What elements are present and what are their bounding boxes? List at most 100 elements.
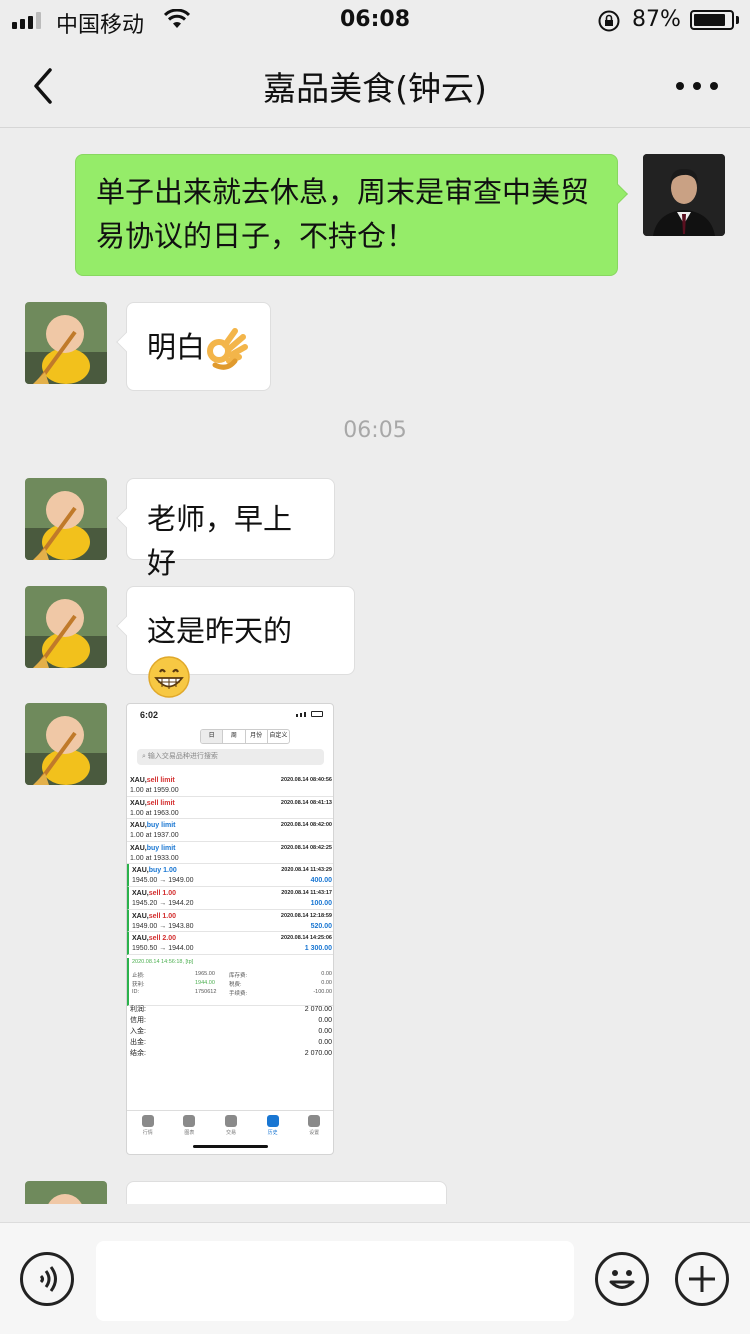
message-text: 单子出来就去休息，周末是审查中美贸易协议的日子，不持仓！ (96, 175, 590, 253)
order-profit: 100.00 (310, 899, 332, 907)
shot-time: 6:02 (140, 710, 159, 720)
shot-tab: 周 (223, 730, 246, 743)
order-symbol: XAU,buy limit (130, 844, 176, 852)
order-detail: 1950.50 → 1944.00 (132, 945, 194, 953)
detail-value: 0.00 (321, 971, 332, 977)
summary-value: 0.00 (318, 1017, 332, 1024)
detail-value: 0.00 (321, 980, 332, 986)
shot-tabbar-item: 图表 (169, 1111, 211, 1154)
emoji-icon[interactable] (595, 1252, 649, 1306)
chat-title: 嘉品美食(钟云) (263, 69, 487, 108)
order-date: 2020.08.14 08:40:56 (280, 777, 332, 783)
summary-value: 2 070.00 (304, 1006, 332, 1013)
image-message-trading-history[interactable]: 6:02 日 周 月份 自定义 ⌕ 输入交易品种进行搜索 XAU,sell li… (126, 703, 334, 1155)
shot-home-indicator (193, 1145, 268, 1148)
order-profit: 1 300.00 (304, 945, 332, 953)
bubble-tail (116, 616, 136, 636)
message-bubble-received[interactable] (126, 1181, 447, 1204)
summary-label: 利润: (130, 1006, 146, 1013)
summary-value: 2 070.00 (304, 1050, 332, 1057)
detail-label: 手续费: (229, 991, 248, 997)
order-detail: 1.00 at 1959.00 (130, 787, 179, 794)
shot-status-bar: 6:02 (127, 704, 333, 726)
detail-value: 1965.00 (195, 971, 215, 977)
detail-value: -100.00 (313, 989, 332, 995)
summary-label: 信用: (130, 1017, 146, 1024)
summary-label: 结余: (130, 1050, 146, 1057)
summary-row: 入金: 0.00 (127, 1026, 333, 1037)
bubble-tail (116, 332, 136, 352)
message-text: 这是昨天的 (147, 614, 293, 648)
message-bubble-received[interactable]: 这是昨天的 (116, 586, 355, 698)
order-symbol: XAU,sell limit (130, 777, 175, 784)
message-bubble-received[interactable]: 明白 (116, 302, 271, 391)
shot-order-row: XAU,sell 1.00 1945.20 → 1944.20 2020.08.14… (127, 886, 333, 910)
contact-avatar[interactable] (25, 302, 107, 384)
order-symbol: XAU,buy 1.00 (132, 867, 177, 875)
order-date: 2020.08.14 08:41:13 (280, 799, 332, 806)
order-date: 2020.08.14 11:43:17 (281, 889, 332, 896)
contact-avatar[interactable] (25, 478, 107, 560)
rotation-lock-icon (598, 10, 620, 32)
shot-tab: 自定义 (269, 733, 288, 739)
order-profit: 400.00 (310, 877, 332, 885)
contact-avatar[interactable] (25, 586, 107, 668)
order-date: 2020.08.14 11:43:29 (281, 867, 332, 874)
chat-area[interactable]: 单子出来就去休息，周末是审查中美贸易协议的日子，不持仓！ 明白 06:05 老师… (0, 128, 750, 1204)
contact-avatar[interactable] (25, 703, 107, 785)
plus-icon[interactable] (675, 1252, 729, 1306)
shot-tab: 日 (201, 730, 224, 743)
shot-search: ⌕ 输入交易品种进行搜索 (137, 749, 324, 765)
more-dots-icon[interactable] (672, 76, 722, 96)
shot-status-icons (296, 711, 323, 717)
shot-order-row: XAU,buy 1.00 1945.00 → 1949.00 2020.08.14 … (127, 864, 333, 887)
detail-label: 库存费: (229, 973, 248, 979)
order-detail: 1945.20 → 1944.20 (132, 899, 194, 907)
shot-search-text: 输入交易品种进行搜索 (147, 753, 218, 760)
shot-tabbar-item: 交易 (210, 1111, 252, 1154)
status-bar: 中国移动 06:08 87% (0, 0, 750, 42)
ok-hand-icon (207, 328, 249, 370)
battery-percentage: 87% (632, 7, 681, 32)
shot-order-row: XAU,sell limit 1.00 at 1959.00 2020.08.14 … (127, 774, 333, 797)
order-detail: 1949.00 → 1943.80 (132, 922, 194, 930)
message-bubble-received[interactable]: 老师，早上好 (116, 478, 335, 580)
shot-order-detail: 2020.08.14 14:56:18, [tp] 止损: 1965.00 库存… (127, 958, 333, 1006)
detail-value: 1750612 (195, 989, 217, 995)
detail-label: 止损: (132, 973, 145, 979)
message-bubble-sent[interactable]: 单子出来就去休息，周末是审查中美贸易协议的日子，不持仓！ (75, 154, 628, 276)
summary-label: 出金: (130, 1039, 146, 1046)
detail-label: ID: (132, 989, 140, 995)
summary-row: 结余: 2 070.00 (127, 1048, 333, 1059)
message-input[interactable] (96, 1241, 574, 1321)
nav-bar: 嘉品美食(钟云) (0, 42, 750, 128)
detail-label: 获利: (132, 982, 145, 988)
shot-order-row: XAU,buy limit 1.00 at 1933.00 2020.08.14 0… (127, 842, 333, 865)
shot-tabbar-item: 历史 (252, 1111, 294, 1154)
summary-row: 利润: 2 070.00 (127, 1004, 333, 1015)
shot-summary: 利润: 2 070.00 信用: 0.00 入金: 0.00 出金: 0.00 结余: 2 070… (127, 1004, 333, 1059)
order-date: 2020.08.14 14:25:06 (280, 935, 332, 942)
detail-datetime: 2020.08.14 14:56:18, [tp] (132, 959, 194, 965)
shot-tab: 月份 (246, 730, 268, 743)
order-detail: 1945.00 → 1949.00 (132, 877, 194, 885)
shot-order-row: XAU,sell 1.00 1949.00 → 1943.80 2020.08.14… (127, 909, 333, 933)
my-avatar[interactable] (643, 154, 725, 236)
order-symbol: XAU,sell 1.00 (132, 912, 176, 920)
message-text: 明白 (147, 330, 206, 364)
order-detail: 1.00 at 1937.00 (130, 832, 179, 840)
bubble-tail (608, 184, 628, 204)
contact-avatar[interactable] (25, 1181, 107, 1204)
timestamp-divider: 06:05 (343, 418, 407, 443)
shot-order-list: XAU,sell limit 1.00 at 1959.00 2020.08.14 … (127, 774, 333, 955)
shot-order-row: XAU,sell limit 1.00 at 1963.00 2020.08.14 … (127, 797, 333, 820)
order-profit: 520.00 (310, 922, 332, 930)
summary-row: 信用: 0.00 (127, 1015, 333, 1026)
voice-icon[interactable] (20, 1252, 74, 1306)
battery-tip (736, 16, 739, 24)
detail-label: 税费: (229, 982, 242, 988)
bubble-tail (116, 508, 136, 528)
order-symbol: XAU,sell 2.00 (132, 935, 176, 943)
shot-order-row: XAU,buy limit 1.00 at 1937.00 2020.08.14 0… (127, 819, 333, 842)
grinning-face-icon (148, 656, 190, 698)
